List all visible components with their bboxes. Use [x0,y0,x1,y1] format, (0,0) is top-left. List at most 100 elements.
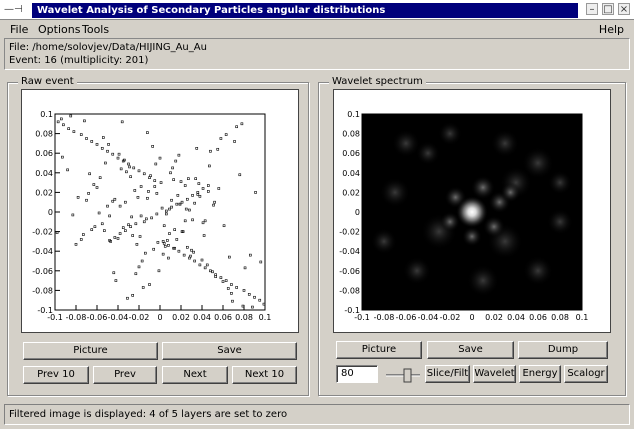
scatter-point [142,172,146,176]
scatter-point [156,241,160,244]
info-panel: File: /home/solovjev/Data/HIJING_Au_Au E… [4,38,630,70]
raw-event-canvas[interactable]: -0.1 -0.08 -0.06 -0.04 -0.02 0 0.02 0.04 0.06 0.0… [21,89,299,333]
scatter-point [92,183,96,186]
scatter-point [129,175,132,179]
scatter-point [155,212,159,216]
scatter-point [85,137,88,140]
scatter-point [187,177,190,180]
close-button[interactable]: × [618,3,630,15]
scatter-point [113,236,117,239]
scatter-x-tick-label: -0.02 [129,313,150,322]
scatter-point [165,212,168,216]
heatmap-y-tick-label: 0.08 [342,130,360,139]
prev-button[interactable]: Prev [93,366,157,384]
heatmap-x-tick-label: -0.08 [374,313,395,322]
scatter-point [166,239,169,242]
scatter-point [134,272,138,276]
scatter-x-tick-label: 0.02 [172,313,190,322]
scatter-point [144,251,147,255]
window-menu-icon[interactable]: —⊣ [4,4,23,15]
dump-button[interactable]: Dump [518,341,608,359]
scatter-point [153,185,157,188]
wavelet-picture-button[interactable]: Picture [336,341,422,359]
heatmap-blob [403,256,431,285]
scatter-point [167,244,170,247]
scatter-point [90,228,94,231]
scatter-point [161,252,165,256]
scatter-point [230,283,233,286]
scalogr-button[interactable]: Scalogr [564,365,608,383]
scatter-point [147,190,150,193]
scatter-point [100,146,104,150]
heatmap-y-tick-label: -0.1 [344,306,360,315]
next10-button[interactable]: Next 10 [232,366,297,384]
wavelet-canvas[interactable]: -0.1 -0.08 -0.06 -0.04 -0.02 0 0.02 0.04 0.06 0.0… [333,89,611,333]
scatter-point [258,298,262,302]
raw-save-button[interactable]: Save [162,342,297,360]
scatter-point [203,266,207,270]
scatter-point [190,248,193,252]
scatter-point [69,114,73,118]
scatter-point [240,122,244,126]
file-path-label: File: /home/solovjev/Data/HIJING_Au_Au [9,42,207,53]
scatter-point [253,295,256,299]
scatter-point [224,279,228,282]
menu-options[interactable]: Options [38,23,80,36]
heatmap-peak [456,196,488,228]
heatmap-blob [416,141,440,166]
scatter-point [177,249,181,253]
scatter-y-tick-label: -0.02 [32,228,53,237]
maximize-button[interactable]: □ [602,3,614,15]
energy-button[interactable]: Energy [519,365,561,383]
scatter-x-tick-label: -0.04 [108,313,129,322]
scatter-point [130,215,133,219]
menu-file[interactable]: File [10,23,28,36]
scatter-point [151,145,154,148]
scatter-point [108,214,111,218]
scatter-point [113,197,117,201]
scatter-point [231,299,234,303]
wavelet-save-button[interactable]: Save [427,341,514,359]
scatter-point [66,168,69,172]
scatter-point [125,170,128,174]
scatter-x-tick-label: 0.08 [235,313,253,322]
scatter-point [224,133,228,136]
heatmap-y-tick-label: -0.06 [339,267,360,276]
scatter-point [127,162,130,166]
scatter-point [97,211,101,215]
scatter-point [83,119,86,123]
wavelet-button[interactable]: Wavelet [473,365,516,383]
scatter-point [162,224,166,228]
scatter-point [139,185,143,188]
threshold-input[interactable]: 80 [336,365,378,383]
prev10-button[interactable]: Prev 10 [23,366,89,384]
scatter-point [142,220,146,224]
scatter-point [114,279,118,282]
title-bar[interactable]: —⊣ Wavelet Analysis of Secondary Particl… [0,0,634,20]
menu-tools[interactable]: Tools [82,23,109,36]
scatter-y-tick-label: 0 [48,208,53,217]
scatter-point [120,120,124,124]
raw-picture-button[interactable]: Picture [23,342,158,360]
menu-help[interactable]: Help [599,23,624,36]
scatter-point [98,176,102,179]
minimize-button[interactable]: – [586,3,598,15]
scatter-point [198,263,202,267]
scatter-point [200,258,204,262]
scatter-point [117,152,121,156]
threshold-slider[interactable] [384,366,422,384]
heatmap-y-tick-label: 0.1 [347,110,360,119]
scatter-point [208,164,211,168]
heatmap-x-tick-label: 0.06 [529,313,547,322]
scatter-point [182,253,186,257]
scatter-y-tick-label: 0.04 [35,169,53,178]
heatmap-y-tick-label: -0.04 [339,247,360,256]
scatter-point [207,190,210,193]
slice-filt-button[interactable]: Slice/Filt [425,365,470,383]
scatter-point [249,253,252,257]
heatmap-y-tick-label: 0.06 [342,149,360,158]
scatter-point [106,149,109,153]
slider-thumb[interactable] [403,368,412,383]
scatter-point [184,207,188,211]
next-button[interactable]: Next [162,366,228,384]
